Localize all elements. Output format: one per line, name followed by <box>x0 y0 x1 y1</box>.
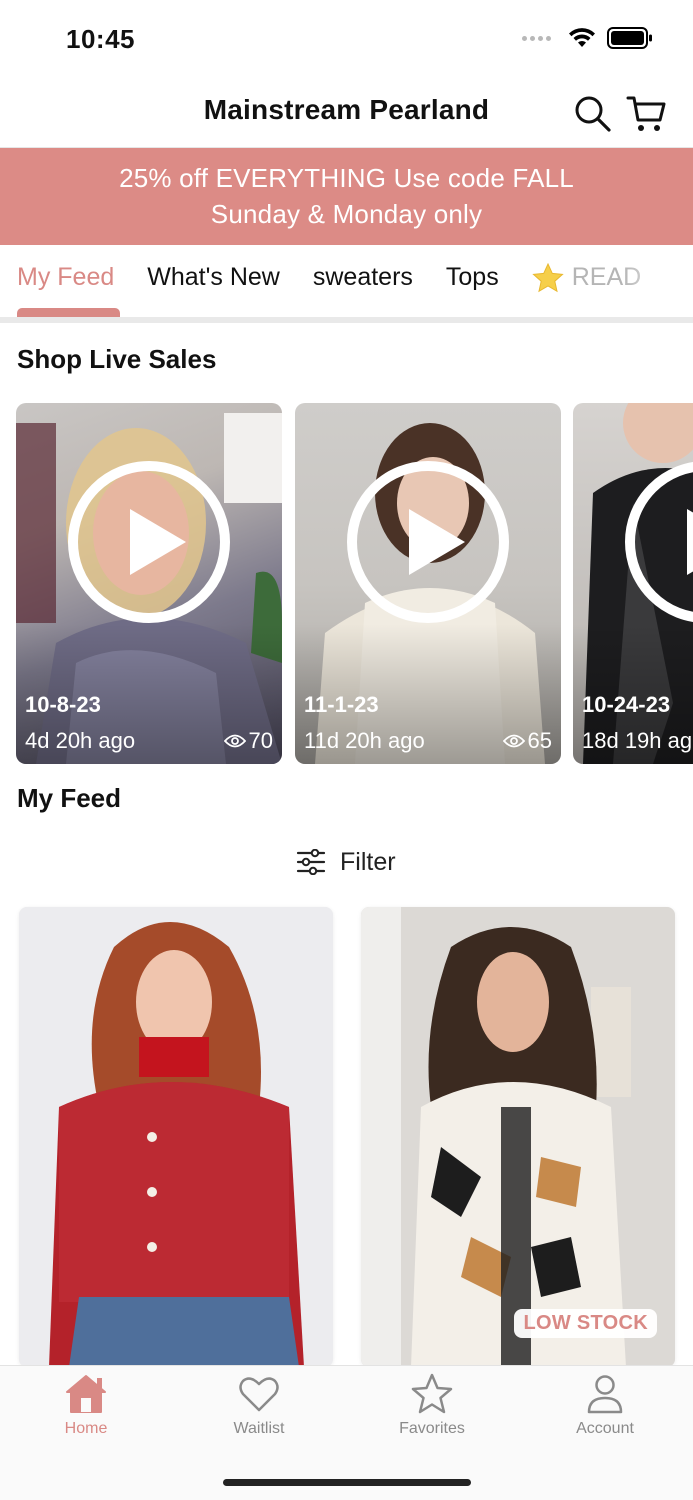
search-button[interactable] <box>571 92 615 136</box>
nav-waitlist-label: Waitlist <box>233 1420 285 1437</box>
nav-favorites[interactable]: Favorites <box>372 1372 492 1438</box>
app-header: Mainstream Pearland <box>0 80 693 148</box>
home-icon <box>66 1375 106 1413</box>
status-icons <box>522 26 653 50</box>
tab-my-feed[interactable]: My Feed <box>17 263 114 293</box>
signal-icon <box>522 35 551 41</box>
product-image <box>19 907 333 1367</box>
play-button[interactable] <box>347 461 509 623</box>
heart-icon <box>239 1377 279 1412</box>
cart-icon <box>626 96 666 131</box>
product-card[interactable]: LOW STOCK <box>361 907 675 1367</box>
promo-line-1: 25% off EVERYTHING Use code FALL <box>119 163 574 193</box>
live-date: 10-24-23 <box>582 692 671 717</box>
wifi-icon <box>569 28 595 47</box>
filter-icon <box>296 849 326 875</box>
category-tabs: My Feed What's New sweaters Tops READ <box>0 245 693 325</box>
live-sale-card[interactable]: 10-8-23 4d 20h ago 70 <box>16 403 282 764</box>
tab-whats-new[interactable]: What's New <box>147 263 280 293</box>
live-sales-carousel[interactable]: 10-8-23 4d 20h ago 70 11-1-23 11d 20h ag… <box>16 403 693 764</box>
live-time-ago: 11d 20h ago <box>304 728 425 753</box>
tab-sweaters[interactable]: sweaters <box>313 263 413 293</box>
nav-home-label: Home <box>64 1420 108 1437</box>
promo-line-2: Sunday & Monday only <box>210 199 483 229</box>
play-icon <box>409 509 465 575</box>
live-time-ago: 18d 19h ag <box>582 728 693 753</box>
nav-account[interactable]: Account <box>545 1372 665 1438</box>
search-icon <box>575 96 611 132</box>
live-date: 10-8-23 <box>25 692 101 717</box>
tab-tops[interactable]: Tops <box>446 263 499 293</box>
live-date: 11-1-23 <box>304 692 379 717</box>
cart-button[interactable] <box>625 92 669 136</box>
filter-label: Filter <box>340 847 396 876</box>
live-view-count: 65 <box>502 728 552 754</box>
home-indicator <box>223 1479 471 1486</box>
product-card[interactable] <box>19 907 333 1367</box>
nav-favorites-label: Favorites <box>399 1420 465 1437</box>
eye-icon <box>502 734 525 748</box>
play-icon <box>130 509 186 575</box>
user-icon <box>587 1375 623 1414</box>
live-sale-card[interactable]: 11-1-23 11d 20h ago 65 <box>295 403 561 764</box>
active-tab-indicator <box>17 308 120 317</box>
live-sale-card[interactable]: 10-24-23 18d 19h ag <box>573 403 693 764</box>
live-view-count: 70 <box>223 728 273 754</box>
feed-heading: My Feed <box>17 783 122 813</box>
product-image <box>361 907 675 1367</box>
tabs-divider <box>0 317 693 323</box>
promo-banner[interactable]: 25% off EVERYTHING Use code FALL Sunday … <box>0 148 693 245</box>
low-stock-badge: LOW STOCK <box>514 1309 657 1338</box>
tabs-fade <box>623 245 693 315</box>
status-time: 10:45 <box>66 24 135 54</box>
star-icon <box>532 263 564 293</box>
live-time-ago: 4d 20h ago <box>25 728 136 753</box>
nav-home[interactable]: Home <box>26 1372 146 1438</box>
nav-account-label: Account <box>576 1420 634 1437</box>
battery-icon <box>607 27 652 49</box>
eye-icon <box>223 734 246 748</box>
play-icon <box>687 509 693 575</box>
star-icon <box>411 1373 453 1414</box>
live-sales-heading: Shop Live Sales <box>17 344 217 374</box>
nav-waitlist[interactable]: Waitlist <box>199 1372 319 1438</box>
play-button[interactable] <box>68 461 230 623</box>
status-bar: 10:45 <box>0 0 693 80</box>
filter-button[interactable]: Filter <box>296 843 396 881</box>
